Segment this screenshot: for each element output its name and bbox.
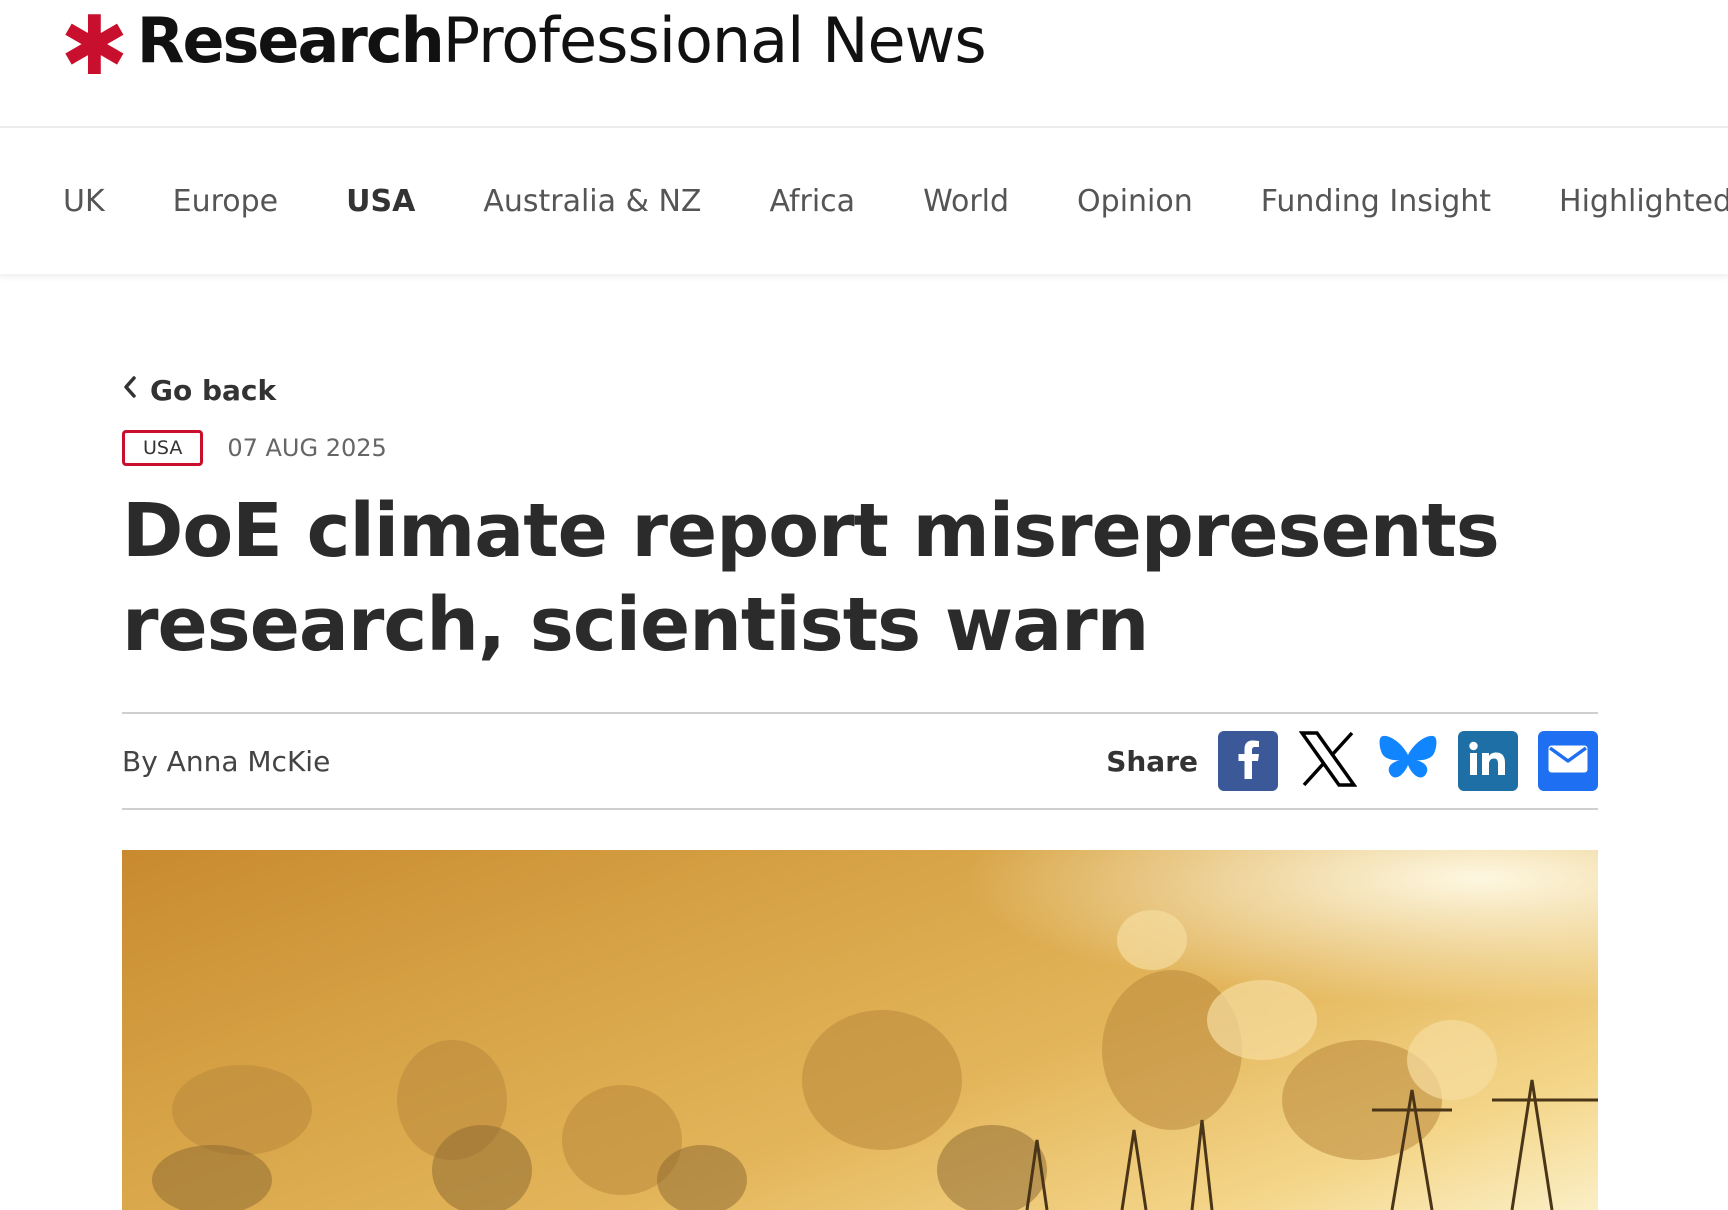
article-content: Go back USA 07 AUG 2025 DoE climate repo… <box>122 370 1598 1210</box>
x-icon <box>1298 731 1358 791</box>
publish-date: 07 AUG 2025 <box>227 434 387 462</box>
share-email-button[interactable] <box>1538 731 1598 791</box>
nav-item-europe[interactable]: Europe <box>173 184 279 219</box>
nav-item-highlighted-funding[interactable]: Highlighted Func <box>1559 184 1728 219</box>
facebook-icon <box>1235 739 1261 783</box>
hero-image-power-plant-smoke <box>122 850 1598 1210</box>
nav-item-world[interactable]: World <box>923 184 1009 219</box>
linkedin-icon <box>1468 741 1508 781</box>
nav-item-opinion[interactable]: Opinion <box>1077 184 1193 219</box>
logo-text-bold: Research <box>136 3 445 77</box>
region-badge[interactable]: USA <box>122 430 204 466</box>
site-logo[interactable]: ✱ Research Professional News <box>60 0 987 88</box>
logo-asterisk-icon: ✱ <box>60 0 129 94</box>
share-bar: Share <box>1106 731 1598 791</box>
bluesky-icon <box>1378 733 1438 789</box>
nav-item-uk[interactable]: UK <box>63 184 105 219</box>
share-bluesky-button[interactable] <box>1378 731 1438 791</box>
logo-text-light: Professional News <box>442 3 987 77</box>
share-facebook-button[interactable] <box>1218 731 1278 791</box>
nav-item-funding-insight[interactable]: Funding Insight <box>1261 184 1491 219</box>
share-x-button[interactable] <box>1298 731 1358 791</box>
nav-item-usa[interactable]: USA <box>346 184 415 219</box>
nav-item-australia-nz[interactable]: Australia & NZ <box>483 184 701 219</box>
article-headline: DoE climate report misrepresents researc… <box>122 488 1500 668</box>
author-byline: By Anna McKie <box>122 744 331 778</box>
byline-bar: By Anna McKie Share <box>122 712 1598 810</box>
main-nav: UK Europe USA Australia & NZ Africa Worl… <box>0 128 1728 276</box>
article-meta: USA 07 AUG 2025 <box>122 430 1598 466</box>
nav-item-africa[interactable]: Africa <box>770 184 856 219</box>
share-label: Share <box>1106 744 1198 778</box>
go-back-link[interactable]: Go back <box>122 370 1598 410</box>
go-back-label: Go back <box>150 373 277 407</box>
site-header: ✱ Research Professional News <box>0 0 1728 128</box>
email-icon <box>1547 744 1589 778</box>
share-linkedin-button[interactable] <box>1458 731 1518 791</box>
chevron-left-icon <box>122 375 138 405</box>
hero-image-illustration <box>122 850 1598 1210</box>
